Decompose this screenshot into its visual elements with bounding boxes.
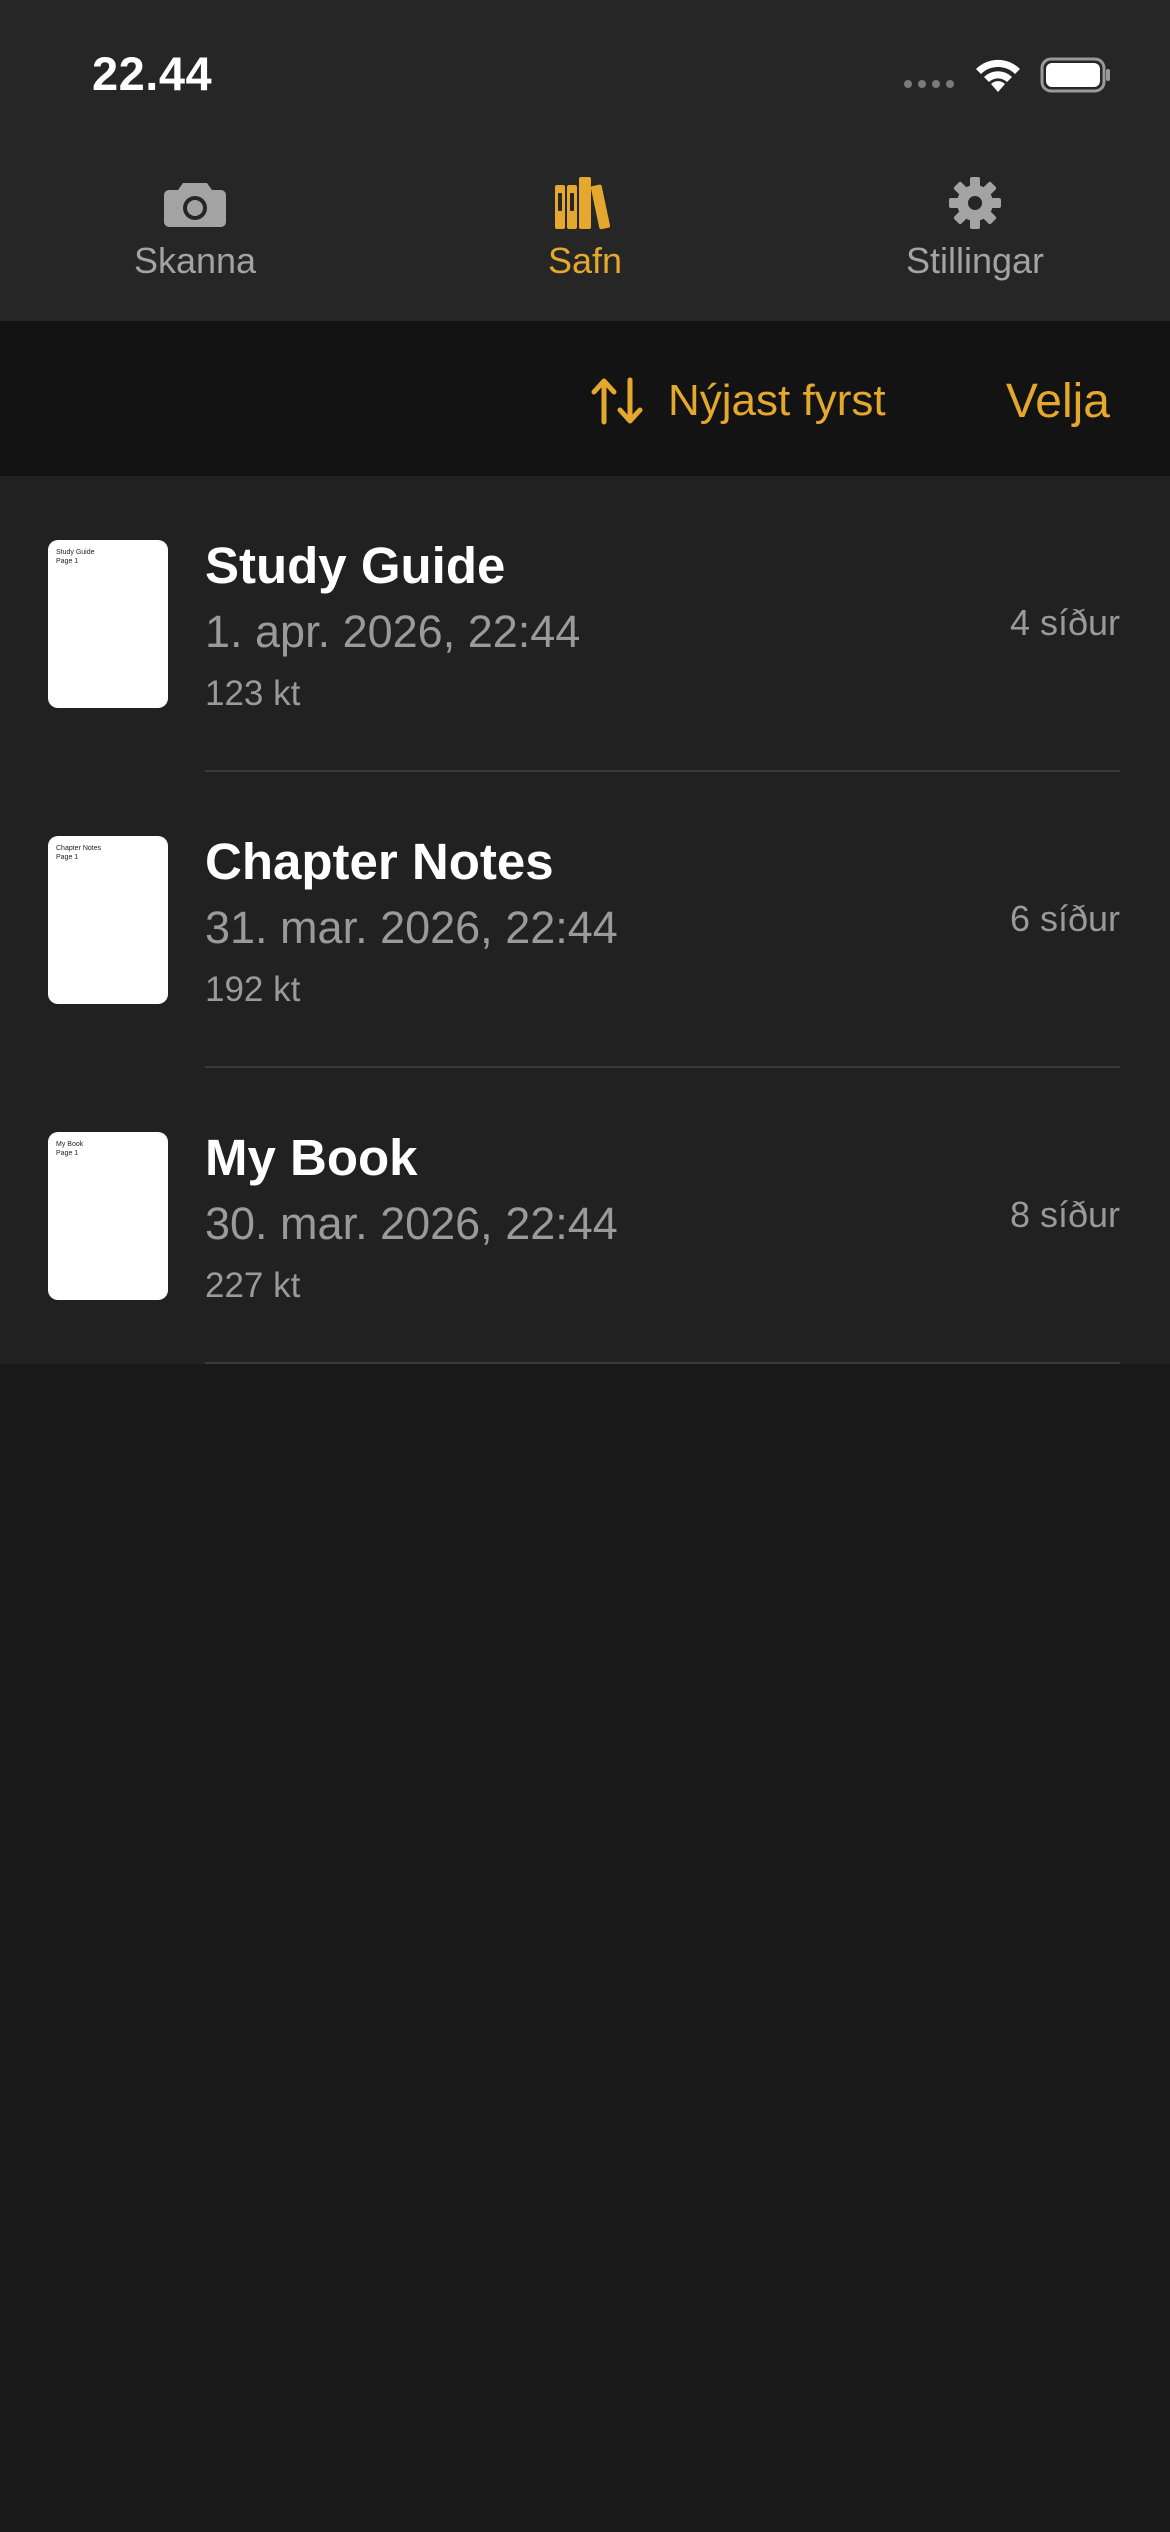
document-page-count: 4 síður	[1009, 602, 1120, 643]
document-date: 1. apr. 2026, 22:44	[205, 606, 581, 657]
tab-label: Stillingar	[905, 240, 1045, 281]
document-size: 227 kt	[205, 1266, 301, 1305]
list-item[interactable]: Chapter Notes Page 1 Chapter Notes 31. m…	[0, 772, 1170, 1068]
sort-button[interactable]: Nýjast fyrst	[590, 371, 886, 431]
divider	[205, 1362, 1120, 1364]
document-title: Chapter Notes	[205, 833, 554, 890]
thumbnail-text: My Book Page 1	[56, 1141, 84, 1157]
thumbnail-text: Study Guide Page 1	[56, 549, 95, 565]
sort-arrows-icon	[591, 377, 643, 425]
document-page-count: 6 síður	[1009, 898, 1120, 939]
camera-icon	[163, 174, 227, 232]
document-date: 31. mar. 2026, 22:44	[205, 902, 618, 953]
select-button[interactable]: Velja	[1006, 371, 1110, 431]
document-title: My Book	[205, 1129, 418, 1186]
list-toolbar: Nýjast fyrst Velja	[0, 321, 1170, 476]
document-size: 192 kt	[205, 970, 301, 1009]
gear-icon	[947, 174, 1003, 232]
wifi-icon	[976, 59, 1020, 92]
tab-skanna[interactable]: Skanna	[0, 140, 390, 321]
cellular-signal-icon	[904, 80, 954, 88]
tab-safn[interactable]: Safn	[390, 140, 780, 321]
document-date: 30. mar. 2026, 22:44	[205, 1198, 618, 1249]
status-bar: 22.44	[0, 0, 1170, 140]
tab-label: Skanna	[133, 240, 257, 281]
top-tab-bar: Skanna Safn Stillingar	[0, 140, 1170, 321]
tab-label: Safn	[547, 240, 623, 281]
document-thumbnail: Study Guide Page 1	[48, 540, 168, 708]
books-icon	[553, 174, 617, 232]
status-time: 22.44	[92, 47, 213, 100]
tab-stillingar[interactable]: Stillingar	[780, 140, 1170, 321]
battery-icon	[1040, 57, 1110, 93]
document-thumbnail: My Book Page 1	[48, 1132, 168, 1300]
list-item[interactable]: My Book Page 1 My Book 30. mar. 2026, 22…	[0, 1068, 1170, 1364]
list-item[interactable]: Study Guide Page 1 Study Guide 1. apr. 2…	[0, 476, 1170, 772]
document-thumbnail: Chapter Notes Page 1	[48, 836, 168, 1004]
document-page-count: 8 síður	[1009, 1194, 1120, 1235]
document-title: Study Guide	[205, 537, 506, 594]
thumbnail-text: Chapter Notes Page 1	[56, 845, 102, 861]
document-list: Study Guide Page 1 Study Guide 1. apr. 2…	[0, 476, 1170, 1364]
document-size: 123 kt	[205, 674, 301, 713]
sort-label: Nýjast fyrst	[668, 376, 886, 425]
